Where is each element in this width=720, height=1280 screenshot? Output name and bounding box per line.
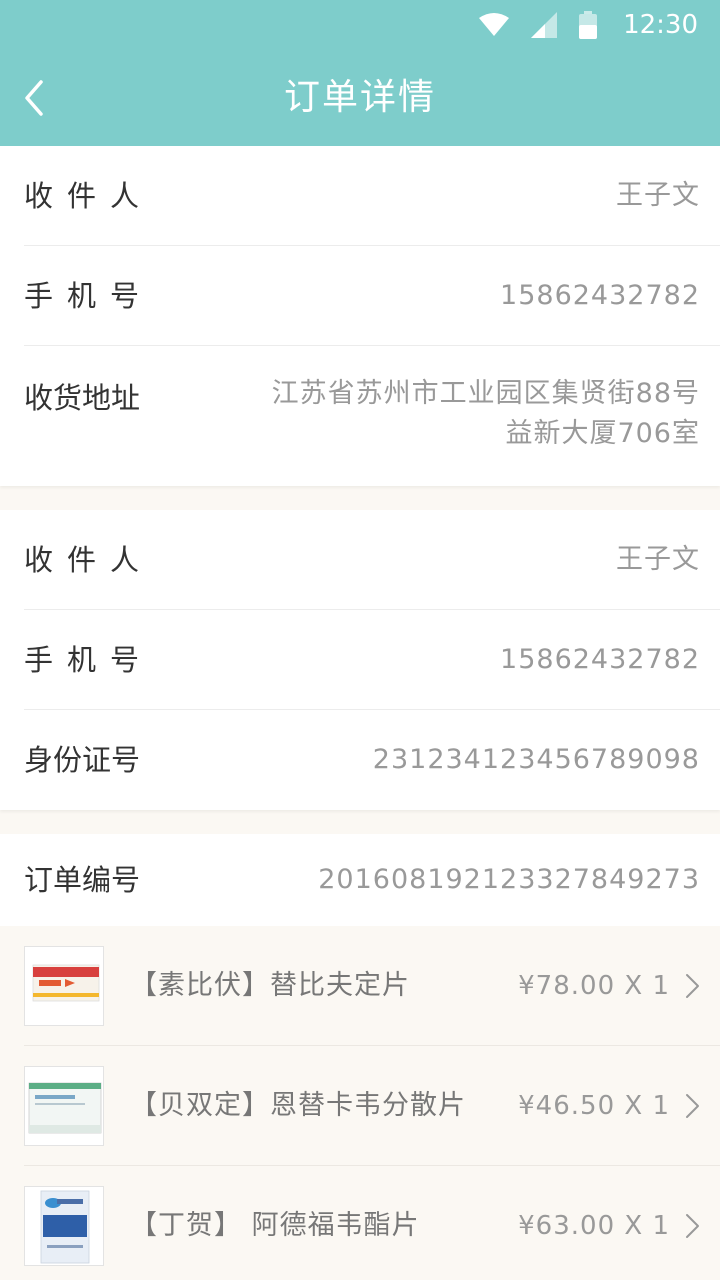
recipient-name-row: 收件人 王子文 <box>0 146 720 246</box>
product-price: ¥46.50 X 1 <box>518 1091 670 1121</box>
address-line-1: 江苏省苏州市工业园区集贤街88号 <box>271 378 700 409</box>
buyer-id-row: 身份证号 231234123456789098 <box>0 710 720 810</box>
order-number-row: 订单编号 201608192123327849273 <box>0 834 720 926</box>
product-name: 【丁贺】 阿德福韦酯片 <box>130 1210 420 1241</box>
chevron-right-icon <box>686 1214 699 1238</box>
product-image <box>24 1186 104 1266</box>
recipient-address-value: 江苏省苏州市工业园区集贤街88号 益新大厦706室 <box>230 374 700 454</box>
product-image <box>24 1066 104 1146</box>
chevron-right-icon <box>686 1094 699 1118</box>
order-number-label: 订单编号 <box>24 863 141 897</box>
nav-bar: 订单详情 <box>0 50 720 146</box>
recipient-name-label: 收件人 <box>24 179 154 213</box>
status-bar: 12:30 <box>0 0 720 50</box>
back-button[interactable] <box>14 72 54 124</box>
order-card: 订单编号 201608192123327849273 【素比伏】替比夫定片 ¥7… <box>0 834 720 1280</box>
product-price: ¥63.00 X 1 <box>518 1211 670 1241</box>
recipient-card: 收件人 王子文 手机号 15862432782 收货地址 江苏省苏州市工业园区集… <box>0 146 720 486</box>
recipient-phone-label: 手机号 <box>24 279 154 313</box>
recipient-address-row: 收货地址 江苏省苏州市工业园区集贤街88号 益新大厦706室 <box>0 346 720 486</box>
buyer-name-row: 收件人 王子文 <box>0 510 720 610</box>
product-price: ¥78.00 X 1 <box>518 971 670 1001</box>
buyer-phone-label: 手机号 <box>24 643 154 677</box>
buyer-phone-row: 手机号 15862432782 <box>0 610 720 710</box>
product-name: 【素比伏】替比夫定片 <box>130 970 410 1001</box>
product-name: 【贝双定】恩替卡韦分散片 <box>130 1090 466 1121</box>
product-item[interactable]: 【丁贺】 阿德福韦酯片 ¥63.00 X 1 <box>0 1166 720 1280</box>
buyer-card: 收件人 王子文 手机号 15862432782 身份证号 23123412345… <box>0 510 720 810</box>
recipient-address-label: 收货地址 <box>24 381 141 415</box>
signal-icon <box>531 12 558 38</box>
product-item[interactable]: 【素比伏】替比夫定片 ¥78.00 X 1 <box>0 926 720 1046</box>
recipient-phone-value: 15862432782 <box>500 280 700 311</box>
buyer-phone-value: 15862432782 <box>500 644 700 675</box>
chevron-left-icon <box>25 80 43 116</box>
battery-icon <box>579 11 598 39</box>
order-number-value: 201608192123327849273 <box>318 864 700 895</box>
page-title: 订单详情 <box>283 77 436 118</box>
address-line-2: 益新大厦706室 <box>505 418 700 449</box>
recipient-name-value: 王子文 <box>616 180 700 211</box>
status-time: 12:30 <box>623 10 698 40</box>
product-item[interactable]: 【贝双定】恩替卡韦分散片 ¥46.50 X 1 <box>0 1046 720 1166</box>
product-image <box>24 946 104 1026</box>
wifi-icon <box>479 13 510 37</box>
buyer-name-value: 王子文 <box>616 544 700 575</box>
buyer-id-label: 身份证号 <box>24 743 141 777</box>
recipient-phone-row: 手机号 15862432782 <box>0 246 720 346</box>
buyer-name-label: 收件人 <box>24 543 154 577</box>
chevron-right-icon <box>686 974 699 998</box>
buyer-id-value: 231234123456789098 <box>372 744 700 775</box>
